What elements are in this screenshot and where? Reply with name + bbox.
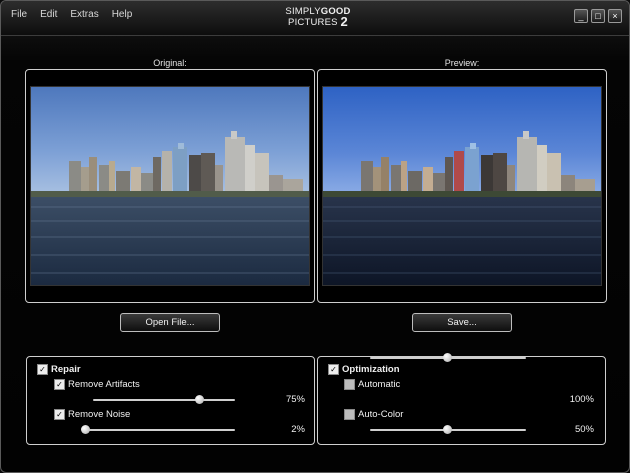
maximize-button[interactable]: □ (591, 9, 605, 23)
optimization-title: Optimization (342, 364, 400, 375)
original-image (30, 86, 310, 286)
logo-text-pictures: PICTURES (288, 17, 338, 28)
remove-artifacts-slider-thumb[interactable] (194, 395, 204, 404)
auto-color-slider-thumb[interactable] (443, 425, 452, 434)
minimize-button[interactable]: _ (574, 9, 588, 23)
save-button[interactable]: Save... (412, 313, 512, 332)
remove-noise-slider[interactable] (81, 425, 235, 434)
preview-image (322, 86, 602, 286)
remove-artifacts-check-box[interactable]: ✓ (54, 379, 65, 390)
window-controls: _ □ × (574, 9, 622, 23)
close-button[interactable]: × (608, 9, 622, 23)
automatic-slider[interactable] (370, 353, 526, 362)
remove-noise-checkbox[interactable]: ✓ Remove Noise (54, 409, 130, 420)
preview-label: Preview: (444, 58, 480, 68)
open-file-button[interactable]: Open File... (120, 313, 220, 332)
app-logo: SIMPLYGOOD PICTURES 2 (283, 6, 353, 29)
repair-panel: ✓ Repair ✓ Remove Artifacts 75% ✓ Remove… (26, 356, 315, 445)
remove-noise-value: 2% (291, 424, 305, 435)
remove-noise-label: Remove Noise (68, 409, 131, 420)
automatic-label: Automatic (358, 379, 401, 390)
preview-panel (317, 69, 607, 303)
original-label: Original: (153, 58, 187, 68)
original-panel (25, 69, 315, 303)
automatic-slider-thumb[interactable] (443, 353, 452, 362)
auto-color-label: Auto-Color (358, 409, 404, 420)
repair-title: Repair (51, 364, 81, 375)
automatic-checkbox[interactable]: ✓ Automatic (344, 379, 400, 390)
automatic-check-box[interactable]: ✓ (344, 379, 355, 390)
remove-artifacts-label: Remove Artifacts (68, 379, 140, 390)
repair-checkbox[interactable]: ✓ Repair (37, 364, 81, 375)
auto-color-check-box[interactable]: ✓ (344, 409, 355, 420)
menu-bar: File Edit Extras Help (11, 9, 132, 20)
app-window: File Edit Extras Help SIMPLYGOOD PICTURE… (0, 0, 630, 473)
auto-color-slider[interactable] (370, 425, 526, 434)
auto-color-value: 50% (574, 424, 594, 435)
optimization-panel: ✓ Optimization ✓ Automatic 100% ✓ Auto-C… (317, 353, 606, 445)
logo-text-simply: SIMPLY (285, 6, 321, 17)
menu-edit[interactable]: Edit (40, 9, 57, 20)
remove-artifacts-value: 75% (285, 394, 305, 405)
remove-artifacts-slider[interactable] (93, 395, 235, 404)
optimization-checkbox[interactable]: ✓ Optimization (328, 364, 400, 375)
automatic-value: 100% (569, 394, 594, 405)
remove-noise-check-box[interactable]: ✓ (54, 409, 65, 420)
title-bar: File Edit Extras Help SIMPLYGOOD PICTURE… (1, 1, 629, 36)
optimization-check-box[interactable]: ✓ (328, 364, 339, 375)
menu-extras[interactable]: Extras (70, 9, 98, 20)
remove-artifacts-checkbox[interactable]: ✓ Remove Artifacts (54, 379, 140, 390)
menu-file[interactable]: File (11, 9, 27, 20)
repair-check-box[interactable]: ✓ (37, 364, 48, 375)
menu-help[interactable]: Help (112, 9, 133, 20)
logo-version: 2 (340, 14, 348, 29)
auto-color-checkbox[interactable]: ✓ Auto-Color (344, 409, 403, 420)
remove-noise-slider-thumb[interactable] (81, 425, 91, 434)
